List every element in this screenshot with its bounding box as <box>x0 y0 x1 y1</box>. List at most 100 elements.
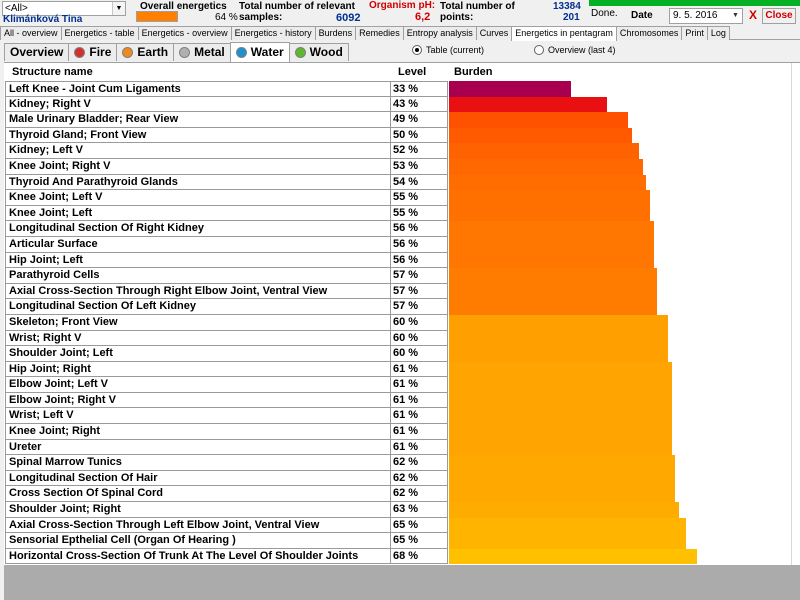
level-cell: 33 % <box>391 81 448 97</box>
table-row[interactable]: Left Knee - Joint Cum Ligaments 33 % <box>5 81 792 97</box>
burden-bar <box>449 143 640 159</box>
level-cell: 61 % <box>391 424 448 440</box>
table-row[interactable]: Shoulder Joint; Left 60 % <box>5 346 792 362</box>
element-tab-label: Water <box>250 45 284 59</box>
tab-burdens[interactable]: Burdens <box>314 26 357 40</box>
element-tab-water[interactable]: Water <box>229 42 290 62</box>
tab-energetics-history[interactable]: Energetics - history <box>230 26 316 40</box>
level-cell: 63 % <box>391 502 448 518</box>
table-row[interactable]: Hip Joint; Left 56 % <box>5 252 792 269</box>
table-row[interactable]: Elbow Joint; Left V 61 % <box>5 377 792 393</box>
element-tab-metal[interactable]: Metal <box>173 43 231 61</box>
water-dot-icon <box>235 47 247 58</box>
main-tabs: All - overview Energetics - table Energeti… <box>0 26 800 41</box>
fire-dot-icon <box>74 47 86 58</box>
tab-print[interactable]: Print <box>681 26 708 40</box>
close-button[interactable]: Close <box>762 8 796 24</box>
table-row[interactable]: Longitudinal Section Of Right Kidney 56 % <box>5 221 792 237</box>
table-row[interactable]: Kidney; Right V 43 % <box>5 96 792 113</box>
column-header-burden[interactable]: Burden <box>454 66 493 78</box>
burden-bar <box>449 205 650 222</box>
table-row[interactable]: Longitudinal Section Of Hair 62 % <box>5 470 792 487</box>
table-row[interactable]: Knee Joint; Right V 53 % <box>5 158 792 175</box>
level-cell: 61 % <box>391 439 448 456</box>
tab-energetics-overview[interactable]: Energetics - overview <box>137 26 232 40</box>
column-header-structure[interactable]: Structure name <box>12 66 93 78</box>
level-cell: 57 % <box>391 299 448 315</box>
tab-entropy-analysis[interactable]: Entropy analysis <box>402 26 477 40</box>
tab-energetics-table[interactable]: Energetics - table <box>60 26 139 40</box>
table-row[interactable]: Thyroid Gland; Front View 50 % <box>5 127 792 144</box>
table-row[interactable]: Knee Joint; Left V 55 % <box>5 190 792 206</box>
structure-name-cell: Hip Joint; Left <box>5 252 391 269</box>
structure-name-cell: Kidney; Left V <box>5 143 391 159</box>
tab-chromosomes[interactable]: Chromosomes <box>615 26 683 40</box>
table-row[interactable]: Wrist; Right V 60 % <box>5 330 792 347</box>
tab-curves[interactable]: Curves <box>475 26 513 40</box>
level-cell: 60 % <box>391 330 448 347</box>
element-tabs: Overview Fire Earth Metal Water Wood <box>4 42 349 62</box>
burden-bar <box>449 533 686 549</box>
burden-bar <box>449 174 647 191</box>
structure-name-cell: Elbow Joint; Right V <box>5 392 391 409</box>
radio-overview-last4[interactable]: Overview (last 4) <box>534 45 616 55</box>
chevron-down-icon[interactable]: ▼ <box>729 9 742 23</box>
table-row[interactable]: Shoulder Joint; Right 63 % <box>5 502 792 518</box>
structure-name-cell: Axial Cross-Section Through Left Elbow J… <box>5 517 391 534</box>
element-tab-earth[interactable]: Earth <box>116 43 175 61</box>
table-row[interactable]: Skeleton; Front View 60 % <box>5 314 792 331</box>
level-cell: 62 % <box>391 486 448 503</box>
table-row[interactable]: Wrist; Left V 61 % <box>5 408 792 425</box>
level-cell: 55 % <box>391 205 448 222</box>
structure-name-cell: Spinal Marrow Tunics <box>5 455 391 471</box>
tab-remedies[interactable]: Remedies <box>355 26 404 40</box>
element-tab-label: Metal <box>194 45 225 59</box>
structure-name-cell: Shoulder Joint; Right <box>5 502 391 518</box>
table-row[interactable]: Articular Surface 56 % <box>5 236 792 253</box>
radio-table-current[interactable]: Table (current) <box>412 45 484 55</box>
structure-name-cell: Cross Section Of Spinal Cord <box>5 486 391 503</box>
tab-energetics-in-pentagram[interactable]: Energetics in pentagram <box>511 26 617 41</box>
radio-circle-icon[interactable] <box>412 45 422 55</box>
table-row[interactable]: Thyroid And Parathyroid Glands 54 % <box>5 174 792 191</box>
date-picker[interactable]: 9. 5. 2016 ▼ <box>669 8 743 24</box>
close-icon[interactable]: X <box>746 9 760 23</box>
chevron-down-icon[interactable]: ▼ <box>112 2 125 15</box>
table-row[interactable]: Horizontal Cross-Section Of Trunk At The… <box>5 548 792 565</box>
structure-name-cell: Wrist; Right V <box>5 330 391 347</box>
table-row[interactable]: Hip Joint; Right 61 % <box>5 361 792 378</box>
element-tab-wood[interactable]: Wood <box>288 43 349 61</box>
burden-bar <box>449 517 686 534</box>
element-tab-overview[interactable]: Overview <box>4 43 70 61</box>
table-row[interactable]: Kidney; Left V 52 % <box>5 143 792 159</box>
table-row[interactable]: Axial Cross-Section Through Left Elbow J… <box>5 517 792 534</box>
level-cell: 62 % <box>391 470 448 487</box>
table-row[interactable]: Axial Cross-Section Through Right Elbow … <box>5 283 792 300</box>
element-tab-fire[interactable]: Fire <box>68 43 118 61</box>
table-row[interactable]: Elbow Joint; Right V 61 % <box>5 392 792 409</box>
tab-log[interactable]: Log <box>706 26 730 40</box>
panel-divider <box>791 63 792 565</box>
table-row[interactable]: Knee Joint; Right 61 % <box>5 424 792 440</box>
burden-bar <box>449 486 676 503</box>
metal-dot-icon <box>179 47 191 58</box>
table-header: Structure name Level Burden <box>4 63 796 82</box>
table-row[interactable]: Longitudinal Section Of Left Kidney 57 % <box>5 299 792 315</box>
table-row[interactable]: Parathyroid Cells 57 % <box>5 268 792 284</box>
burden-bar <box>449 330 668 347</box>
column-header-level[interactable]: Level <box>398 66 426 78</box>
points-value-count: 201 <box>563 12 580 23</box>
table-row[interactable]: Knee Joint; Left 55 % <box>5 205 792 222</box>
burden-bar <box>449 268 658 284</box>
level-cell: 60 % <box>391 314 448 331</box>
radio-circle-icon[interactable] <box>534 45 544 55</box>
table-row[interactable]: Male Urinary Bladder; Rear View 49 % <box>5 112 792 128</box>
table-row[interactable]: Cross Section Of Spinal Cord 62 % <box>5 486 792 503</box>
table-row[interactable]: Ureter 61 % <box>5 439 792 456</box>
burden-bar <box>449 392 672 409</box>
level-cell: 65 % <box>391 533 448 549</box>
table-row[interactable]: Spinal Marrow Tunics 62 % <box>5 455 792 471</box>
tab-all-overview[interactable]: All - overview <box>0 26 62 40</box>
overall-energetics-value: 64 % <box>215 12 238 23</box>
table-row[interactable]: Sensorial Epthelial Cell (Organ Of Heari… <box>5 533 792 549</box>
